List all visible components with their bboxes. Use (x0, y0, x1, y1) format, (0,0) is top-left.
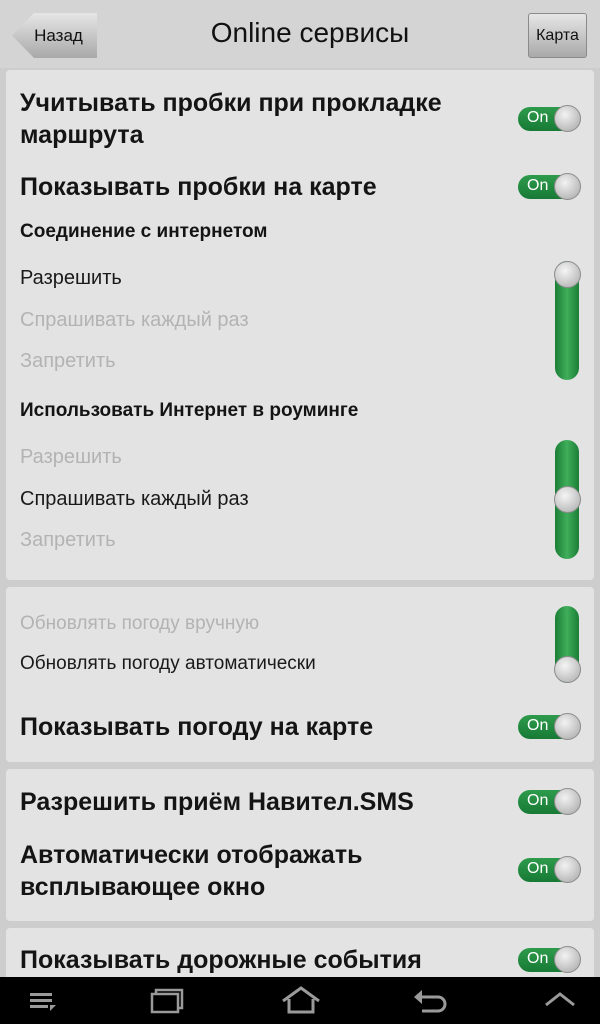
weather-option-manual[interactable]: Обновлять погоду вручную (20, 613, 259, 635)
toggle-knob (554, 856, 581, 883)
internet-option-ask[interactable]: Спрашивать каждый раз (20, 309, 249, 332)
slider-knob[interactable] (554, 486, 581, 513)
slider-knob[interactable] (554, 656, 581, 683)
allow-sms-toggle[interactable]: On (518, 788, 581, 815)
weather-update-slider[interactable] (554, 606, 581, 683)
show-weather-label: Показывать погоду на карте (20, 713, 374, 741)
back-button-label: Назад (34, 25, 83, 45)
internet-option-allow[interactable]: Разрешить (20, 267, 122, 290)
panel-traffic-internet: Учитывать пробки при прокладке маршрута … (6, 70, 594, 580)
map-button[interactable]: Карта (528, 13, 587, 58)
toggle-knob (554, 173, 581, 200)
show-events-label: Показывать дорожные события (20, 946, 422, 974)
toggle-state-label: On (527, 860, 549, 877)
toggle-knob (554, 788, 581, 815)
header-bar: Назад Online сервисы Карта (0, 0, 600, 68)
back-button[interactable]: Назад (12, 13, 97, 58)
menu-icon[interactable] (28, 985, 58, 1020)
consider-traffic-label: Учитывать пробки при прокладке маршрута (20, 89, 442, 149)
auto-popup-toggle[interactable]: On (518, 856, 581, 883)
roaming-option-ask[interactable]: Спрашивать каждый раз (20, 488, 249, 511)
internet-heading: Соединение с интернетом (20, 221, 268, 242)
toggle-state-label: On (527, 950, 549, 967)
toggle-knob (554, 105, 581, 132)
toggle-state-label: On (527, 792, 549, 809)
allow-sms-label: Разрешить приём Навител.SMS (20, 788, 414, 816)
roaming-option-deny[interactable]: Запретить (20, 529, 116, 552)
toggle-state-label: On (527, 717, 549, 734)
show-events-toggle[interactable]: On (518, 946, 581, 973)
internet-option-deny[interactable]: Запретить (20, 350, 116, 373)
roaming-option-allow[interactable]: Разрешить (20, 446, 122, 469)
chevron-up-icon[interactable] (543, 985, 577, 1020)
show-traffic-label: Показывать пробки на карте (20, 173, 377, 201)
toggle-state-label: On (527, 109, 549, 126)
page-title: Online сервисы (210, 17, 410, 48)
show-traffic-toggle[interactable]: On (518, 173, 581, 200)
toggle-state-label: On (527, 177, 549, 194)
slider-knob[interactable] (554, 261, 581, 288)
home-icon[interactable] (280, 985, 322, 1020)
system-nav-bar (0, 977, 600, 1024)
show-weather-toggle[interactable]: On (518, 713, 581, 740)
auto-popup-label: Автоматически отображать всплывающее окн… (20, 841, 363, 901)
internet-selector-slider[interactable] (554, 261, 581, 380)
recent-apps-icon[interactable] (150, 985, 190, 1020)
roaming-selector-slider[interactable] (554, 440, 581, 559)
weather-option-auto[interactable]: Обновлять погоду автоматически (20, 653, 316, 675)
toggle-knob (554, 713, 581, 740)
roaming-heading: Использовать Интернет в роуминге (20, 400, 359, 421)
consider-traffic-toggle[interactable]: On (518, 105, 581, 132)
back-icon[interactable] (412, 985, 448, 1020)
panel-weather: Обновлять погоду вручную Обновлять погод… (6, 587, 594, 762)
toggle-knob (554, 946, 581, 973)
map-button-label: Карта (536, 26, 579, 44)
panel-sms: Разрешить приём Навител.SMS On Автоматич… (6, 769, 594, 921)
